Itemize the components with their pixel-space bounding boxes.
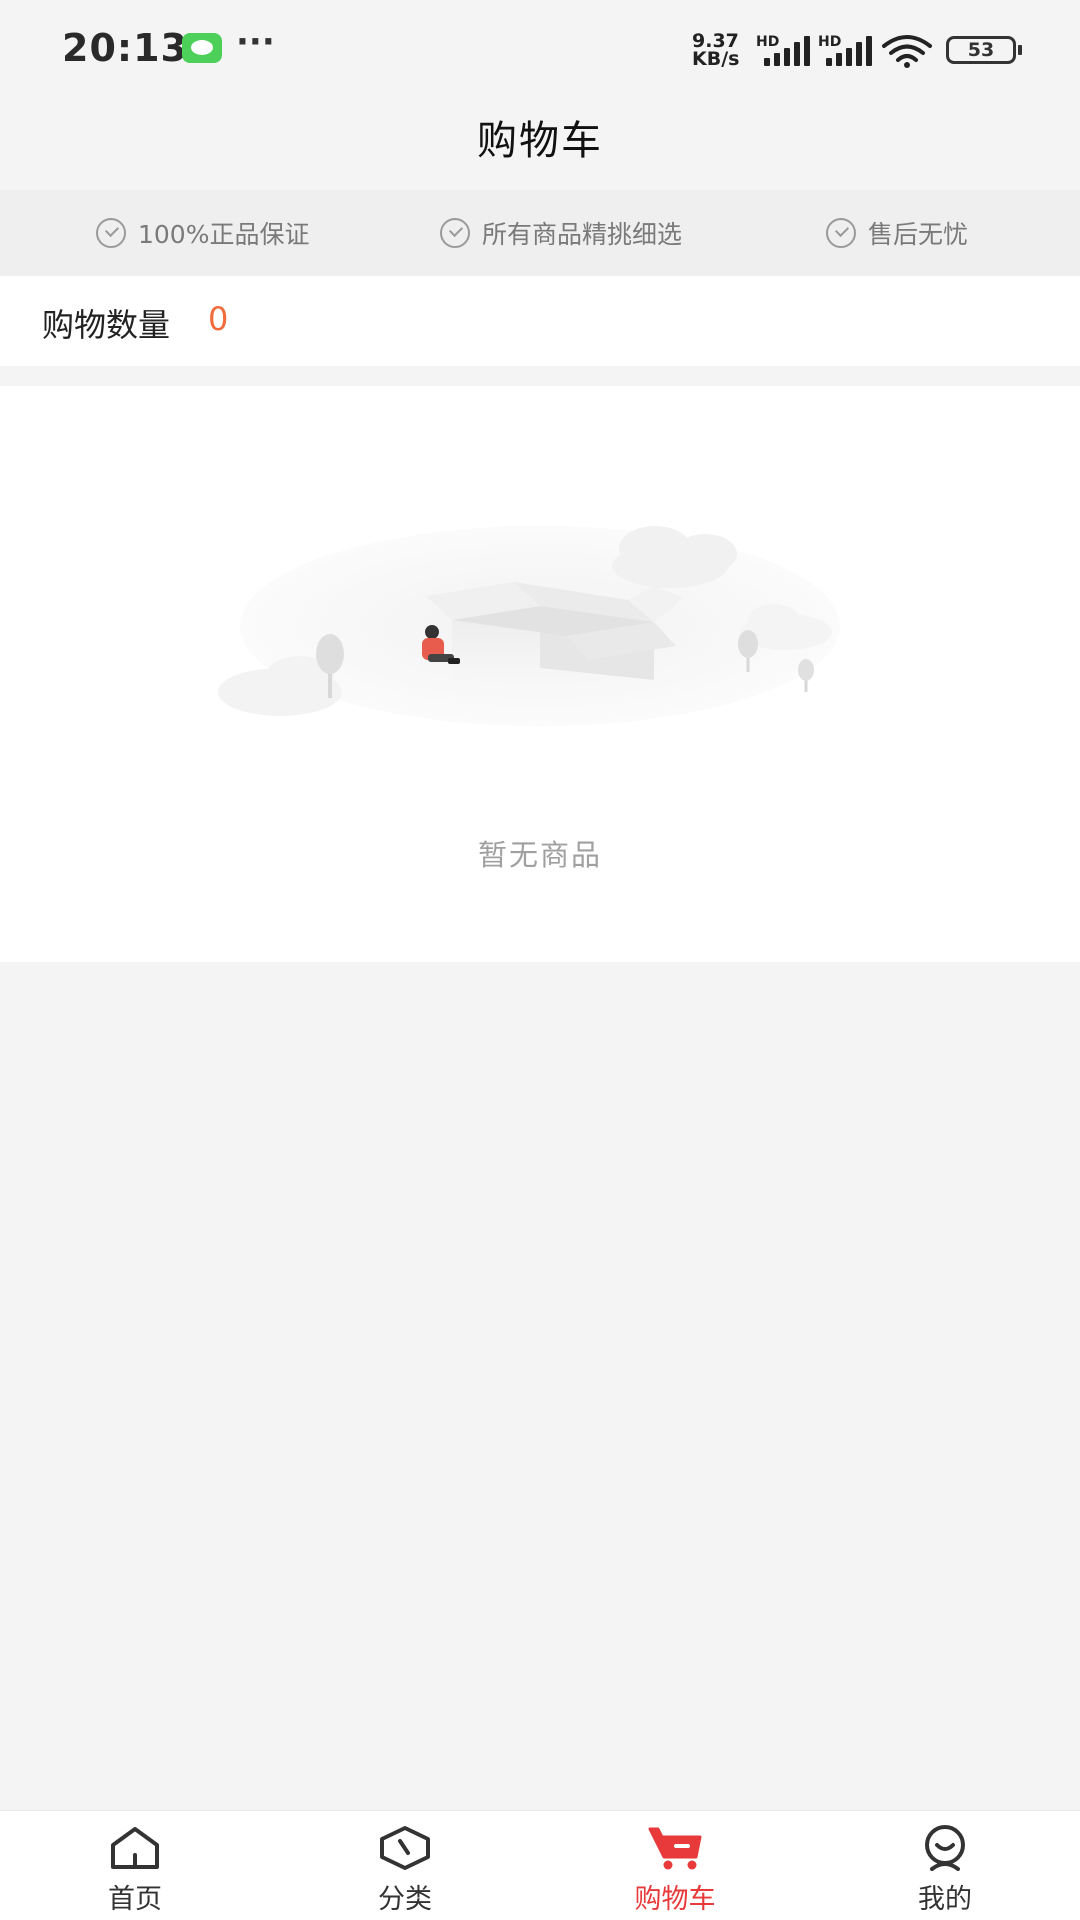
cellular-signal-icon-2: HD (818, 34, 874, 66)
tab-home-label: 首页 (108, 1884, 162, 1915)
network-speed: 9.37 KB/s (692, 32, 746, 70)
cellular-signal-icon: HD (756, 34, 812, 66)
tab-cart[interactable]: 购物车 (540, 1811, 810, 1920)
empty-state-panel: 暂无商品 (0, 386, 1080, 962)
status-time: 20:13 (62, 26, 188, 70)
message-app-icon (182, 33, 222, 63)
guarantee-label: 售后无忧 (868, 220, 969, 249)
category-icon (380, 1826, 430, 1870)
tab-category-label: 分类 (378, 1884, 432, 1915)
guarantee-item-selected: 所有商品精挑细选 (440, 216, 682, 250)
battery-indicator: 53 (946, 36, 1022, 64)
cart-count-label: 购物数量 (42, 306, 171, 344)
guarantee-item-after-sales: 售后无忧 (826, 216, 968, 250)
guarantee-label: 100%正品保证 (138, 220, 310, 249)
tab-profile-label: 我的 (918, 1884, 972, 1915)
more-notifications-icon: ··· (236, 22, 275, 62)
tab-cart-label: 购物车 (634, 1884, 716, 1915)
page-title: 购物车 (477, 118, 603, 164)
profile-icon (925, 1825, 965, 1871)
cart-count-value: 0 (208, 300, 229, 338)
status-bar: 20:13 ··· 9.37 KB/s HD HD 53 (0, 0, 1080, 96)
cart-icon (648, 1827, 702, 1870)
empty-state-message: 暂无商品 (477, 838, 602, 872)
cart-count-row: 购物数量 0 (0, 276, 1080, 366)
tab-profile[interactable]: 我的 (810, 1811, 1080, 1920)
bottom-tab-bar: 首页 分类 购物车 我的 (0, 1810, 1080, 1920)
tab-home[interactable]: 首页 (0, 1811, 270, 1920)
home-icon (111, 1827, 159, 1869)
guarantee-item-authentic: 100%正品保证 (96, 216, 309, 250)
network-speed-unit: KB/s (692, 48, 740, 70)
wifi-icon (882, 35, 932, 68)
hd-label-2: HD (818, 34, 842, 50)
check-circle-icon (96, 218, 126, 248)
check-circle-icon (826, 218, 856, 248)
guarantee-bar: 100%正品保证 所有商品精挑细选 售后无忧 (0, 190, 1080, 276)
tab-category[interactable]: 分类 (270, 1811, 540, 1920)
hd-label: HD (756, 34, 780, 50)
empty-box-illustration (218, 526, 840, 726)
check-circle-icon (440, 218, 470, 248)
guarantee-label: 所有商品精挑细选 (482, 220, 683, 249)
